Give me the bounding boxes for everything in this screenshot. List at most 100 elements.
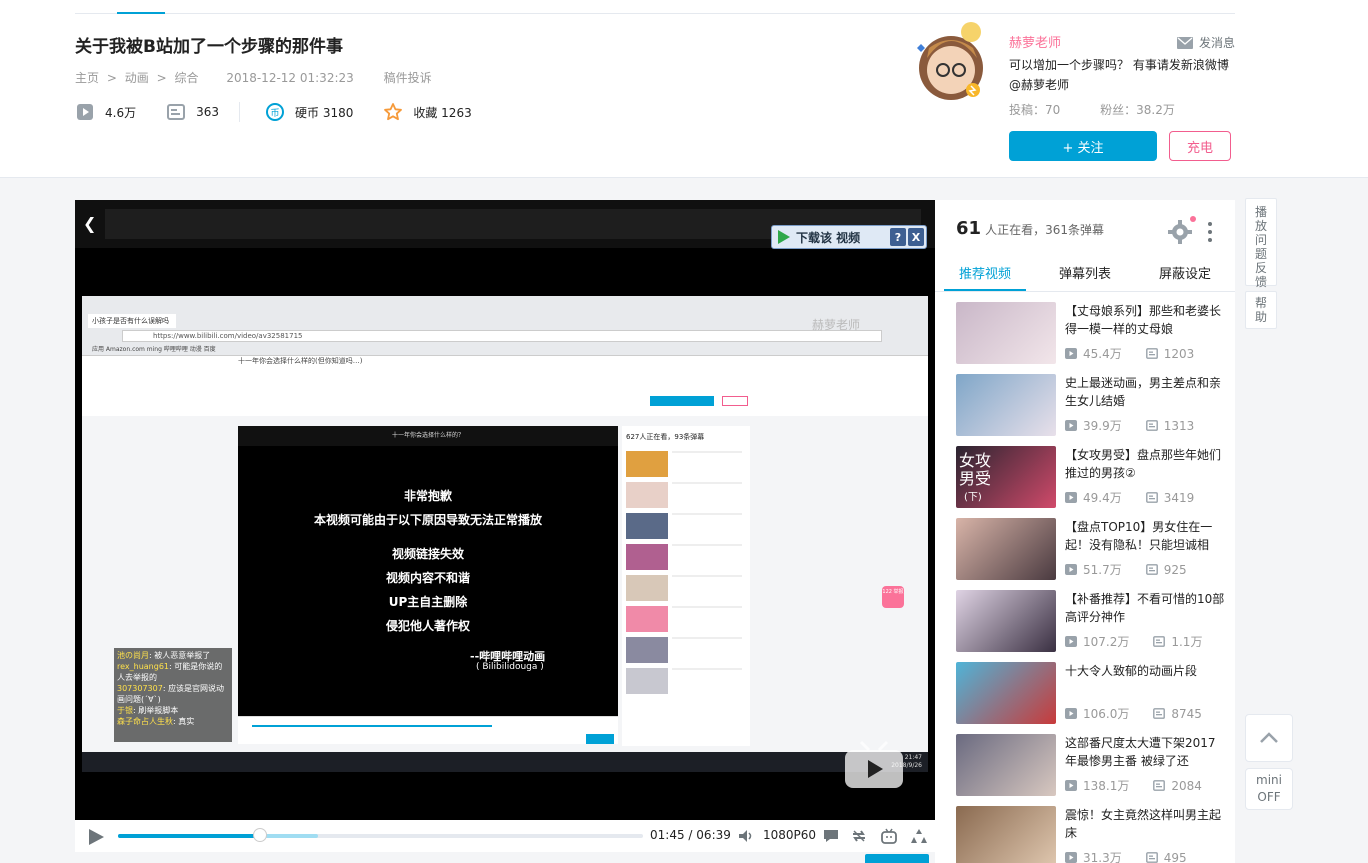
quality-selector[interactable]: 1080P60 (763, 828, 816, 842)
danmaku-toggle-icon[interactable] (823, 828, 839, 844)
recommend-thumbnail[interactable] (956, 518, 1056, 580)
views-stat: 4.6万 (75, 102, 136, 122)
recommend-item[interactable]: 【丈母娘系列】那些和老婆长得一模一样的丈母娘 45.4万 1203 (956, 302, 1226, 374)
video-area[interactable]: ❮ 下载该 视频 ? X 小孩子是否有什么误解吗 https://www.bil… (75, 200, 935, 820)
danmaku-count-icon (1145, 420, 1158, 431)
danmaku-count-icon (1153, 636, 1166, 647)
time-display: 01:45 / 06:39 (650, 828, 731, 842)
video-player[interactable]: ❮ 下载该 视频 ? X 小孩子是否有什么误解吗 https://www.bil… (75, 200, 935, 863)
error-message: 非常抱歉 本视频可能由于以下原因导致无法正常播放 视频链接失效 视频内容不和谐 … (313, 489, 542, 633)
favorite-button[interactable]: 收藏 1263 (383, 102, 472, 122)
volume-icon[interactable] (737, 828, 753, 844)
recommend-stats: 39.9万 1313 (1065, 417, 1194, 434)
breadcrumb-home[interactable]: 主页 (75, 71, 99, 85)
panel-tabs: 推荐视频 弹幕列表 屏蔽设定 (935, 260, 1235, 292)
recommend-item[interactable]: 女攻男受 (下) 【女攻男受】盘点那些年她们推过的男孩② 49.4万 3419 (956, 446, 1226, 518)
playback-feedback-button[interactable]: 播放问题反馈 (1245, 198, 1277, 289)
danmaku-send-button[interactable] (865, 854, 929, 863)
danmaku-panel: 61 人正在看，361条弹幕 推荐视频 弹幕列表 屏蔽设定 【丈母娘系列】那些和老… (935, 200, 1235, 863)
danmaku-count-icon (1153, 708, 1166, 719)
recommend-title[interactable]: 【女攻男受】盘点那些年她们推过的男孩② (1065, 446, 1225, 482)
progress-knob[interactable] (252, 828, 267, 842)
recommend-title[interactable]: 史上最迷动画，男主差点和亲生女儿结婚 (1065, 374, 1225, 410)
play-count-icon (1065, 852, 1077, 863)
up-avatar[interactable] (913, 18, 993, 108)
up-name[interactable]: 赫萝老师 (1009, 32, 1061, 51)
recommend-title[interactable]: 【盘点TOP10】男女住在一起！没有隐私！只能坦诚相 (1065, 518, 1225, 554)
recommend-stats: 106.0万 8745 (1065, 705, 1202, 722)
play-count-icon (1065, 708, 1077, 719)
back-to-top-button[interactable] (1245, 714, 1293, 762)
recommend-title[interactable]: 【丈母娘系列】那些和老婆长得一模一样的丈母娘 (1065, 302, 1225, 338)
play-count-icon (1065, 348, 1077, 359)
tab-block-settings[interactable]: 屏蔽设定 (1135, 260, 1235, 291)
danmaku-count-icon (167, 104, 186, 120)
download-help-icon[interactable]: ? (890, 228, 906, 246)
recommend-title[interactable]: 十大令人致郁的动画片段 (1065, 662, 1225, 698)
danmaku-count-icon (1145, 852, 1158, 863)
recommend-thumbnail[interactable] (956, 302, 1056, 364)
up-counts: 投稿：70 粉丝：38.2万 (1009, 101, 1175, 118)
progress-bar[interactable] (118, 828, 643, 842)
recommend-list: 【丈母娘系列】那些和老婆长得一模一样的丈母娘 45.4万 1203 史上最迷动画，男主… (956, 302, 1226, 863)
online-viewers: 61 人正在看，361条弹幕 (956, 218, 1104, 239)
recommend-thumbnail[interactable] (956, 734, 1056, 796)
widescreen-icon[interactable] (911, 828, 927, 844)
recommend-item[interactable]: 震惊！女主竟然这样叫男主起床 31.3万 495 (956, 806, 1226, 863)
breadcrumb-anime[interactable]: 动画 (125, 71, 149, 85)
tab-recommend[interactable]: 推荐视频 (944, 260, 1026, 291)
inner-page-header: 十一年你会选择什么样的(但你知道吗…) (82, 356, 928, 416)
recommend-stats: 45.4万 1203 (1065, 345, 1194, 362)
bilibili-tv-icon[interactable] (881, 828, 897, 844)
video-header: 关于我被B站加了一个步骤的那件事 主页 > 动画 > 综合 2018-12-12… (0, 0, 1368, 178)
recommend-thumbnail[interactable]: 女攻男受 (下) (956, 446, 1056, 508)
recommend-item[interactable]: 【补番推荐】不看可惜的10部高评分神作 107.2万 1.1万 (956, 590, 1226, 662)
recommend-stats: 51.7万 925 (1065, 561, 1187, 578)
mini-player-toggle[interactable]: mini OFF (1245, 768, 1293, 810)
recommend-title[interactable]: 震惊！女主竟然这样叫男主起床 (1065, 806, 1225, 842)
coin-button[interactable]: 币 硬币 3180 (265, 102, 353, 122)
recommend-item[interactable]: 十大令人致郁的动画片段 106.0万 8745 (956, 662, 1226, 734)
play-count-icon (1065, 492, 1077, 503)
player-control-bar: 01:45 / 06:39 1080P60 (75, 820, 935, 852)
breadcrumb-general[interactable]: 综合 (174, 71, 198, 85)
inner-bookmarks: 应用 Amazon.com ming 哔哩哔哩 动漫 百度 (92, 346, 216, 353)
danmaku-stat: 363 (166, 102, 219, 122)
recommend-item[interactable]: 【盘点TOP10】男女住在一起！没有隐私！只能坦诚相 51.7万 925 (956, 518, 1226, 590)
recommend-stats: 107.2万 1.1万 (1065, 633, 1202, 650)
play-count-icon (1065, 564, 1077, 575)
report-link[interactable]: 稿件投诉 (384, 71, 432, 85)
tab-danmaku-list[interactable]: 弹幕列表 (1035, 260, 1135, 291)
notification-dot (1190, 216, 1196, 222)
bilibili-tv-play-icon[interactable] (843, 740, 905, 790)
recommend-stats: 49.4万 3419 (1065, 489, 1194, 506)
recommend-title[interactable]: 【补番推荐】不看可惜的10部高评分神作 (1065, 590, 1225, 626)
recommend-thumbnail[interactable] (956, 806, 1056, 863)
inner-side-panel: 627人正在看，93条弹幕 (622, 426, 750, 746)
loop-icon[interactable] (851, 828, 867, 844)
more-icon[interactable] (1207, 220, 1213, 244)
chevron-left-icon[interactable]: ❮ (83, 214, 96, 233)
recommend-title[interactable]: 这部番尺度太大遭下架2017年最惨男主番 被绿了还 (1065, 734, 1225, 770)
play-icon[interactable] (87, 828, 105, 846)
recommend-stats: 31.3万 495 (1065, 849, 1187, 863)
download-close-icon[interactable]: X (908, 228, 924, 246)
duration: 06:39 (696, 828, 731, 842)
recommend-item[interactable]: 史上最迷动画，男主差点和亲生女儿结婚 39.9万 1313 (956, 374, 1226, 446)
charge-button[interactable]: 充电 (1169, 131, 1231, 161)
play-count-icon (1065, 636, 1077, 647)
recorded-screen: 小孩子是否有什么误解吗 https://www.bilibili.com/vid… (82, 296, 928, 772)
inner-player: 十一年你会选择什么样的？ 非常抱歉 本视频可能由于以下原因导致无法正常播放 视频… (238, 426, 618, 716)
recommend-thumbnail[interactable] (956, 662, 1056, 724)
current-time: 01:45 (650, 828, 685, 842)
download-video-button[interactable]: 下载该 视频 ? X (771, 225, 927, 249)
recommend-thumbnail[interactable] (956, 590, 1056, 652)
recommend-item[interactable]: 这部番尺度太大遭下架2017年最惨男主番 被绿了还 138.1万 2084 (956, 734, 1226, 806)
send-message-button[interactable]: 发消息 (1177, 34, 1235, 51)
play-count-icon (1065, 420, 1077, 431)
recommend-thumbnail[interactable] (956, 374, 1056, 436)
help-button[interactable]: 帮助 (1245, 291, 1277, 329)
play-count-icon (77, 104, 93, 120)
gear-icon[interactable] (1168, 220, 1192, 244)
follow-button[interactable]: + 关注 (1009, 131, 1157, 161)
